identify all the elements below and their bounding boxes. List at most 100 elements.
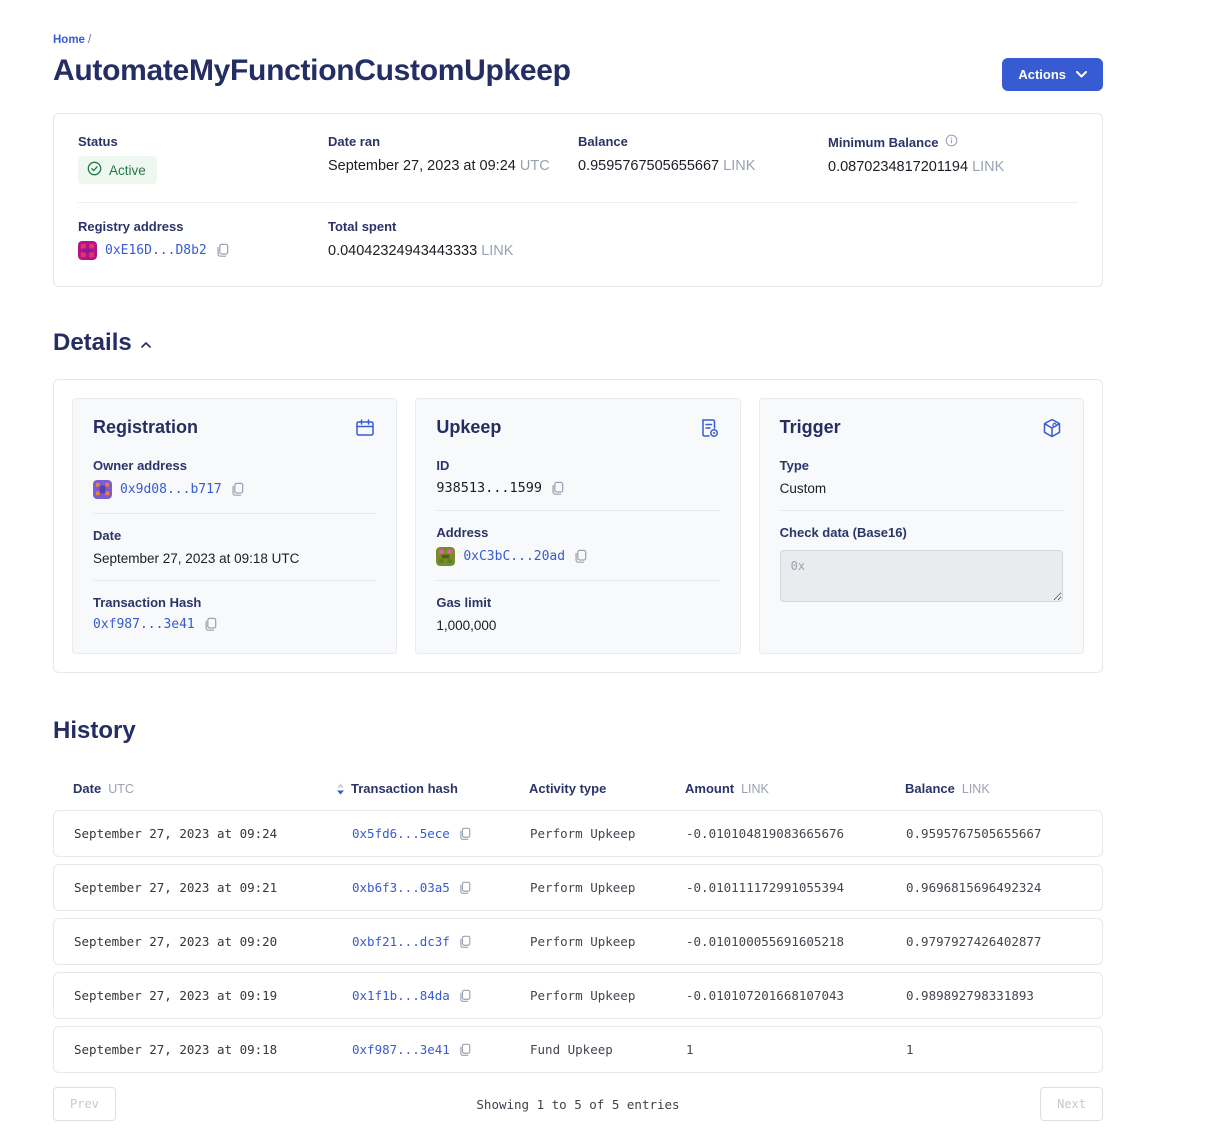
row-date: September 27, 2023 at 09:24 <box>74 826 352 841</box>
upkeep-id-label: ID <box>436 458 719 473</box>
row-balance: 0.989892798331893 <box>906 988 1082 1003</box>
row-hash-link[interactable]: 0xf987...3e41 <box>352 1042 450 1057</box>
upkeep-address-group: Address 0xC3bC...20ad <box>436 525 719 566</box>
table-row: September 27, 2023 at 09:20 0xbf21...dc3… <box>53 918 1103 965</box>
summary-status: Status Active <box>78 134 328 184</box>
date-ran-unit: UTC <box>520 158 550 174</box>
row-hash-link[interactable]: 0x5fd6...5ece <box>352 826 450 841</box>
breadcrumb-separator: / <box>88 34 91 46</box>
status-value: Active <box>109 163 146 178</box>
activity-column-label: Activity type <box>529 781 606 796</box>
row-amount: -0.010107201668107043 <box>686 988 906 1003</box>
copy-icon[interactable] <box>215 243 229 258</box>
trigger-type-label: Type <box>780 458 1063 473</box>
row-activity: Perform Upkeep <box>530 826 686 841</box>
table-row: September 27, 2023 at 09:18 0xf987...3e4… <box>53 1026 1103 1073</box>
table-row: September 27, 2023 at 09:19 0x1f1b...84d… <box>53 972 1103 1019</box>
registration-date-label: Date <box>93 528 376 543</box>
history-table: Date UTC Transaction hash Activity type … <box>53 771 1103 1141</box>
prev-button[interactable]: Prev <box>53 1087 116 1121</box>
copy-icon[interactable] <box>458 935 471 949</box>
gas-limit-group: Gas limit 1,000,000 <box>436 595 719 633</box>
copy-icon[interactable] <box>458 827 471 841</box>
panel-divider <box>436 580 719 581</box>
trigger-panel: Trigger Type Custom Check data (Base16) <box>759 398 1084 654</box>
page-container: Home/ AutomateMyFunctionCustomUpkeep Act… <box>53 0 1103 1141</box>
copy-icon[interactable] <box>458 1043 471 1057</box>
registration-date-value: September 27, 2023 at 09:18 UTC <box>93 551 376 566</box>
table-row: September 27, 2023 at 09:24 0x5fd6...5ec… <box>53 810 1103 857</box>
upkeep-address-identicon <box>436 547 455 566</box>
balance-label: Balance <box>578 134 828 149</box>
column-amount[interactable]: AmountLINK <box>685 781 905 796</box>
date-ran-label: Date ran <box>328 134 578 149</box>
copy-icon[interactable] <box>203 617 217 632</box>
details-heading: Details <box>53 329 132 357</box>
row-activity: Fund Upkeep <box>530 1042 686 1057</box>
copy-icon[interactable] <box>230 482 244 497</box>
registry-address-link[interactable]: 0xE16D...D8b2 <box>105 243 207 258</box>
gas-limit-label: Gas limit <box>436 595 719 610</box>
balance-value: 0.9595767505655667 <box>578 158 719 174</box>
row-balance: 0.9797927426402877 <box>906 934 1082 949</box>
registry-address-label: Registry address <box>78 219 328 234</box>
owner-address-label: Owner address <box>93 458 376 473</box>
registration-date-group: Date September 27, 2023 at 09:18 UTC <box>93 528 376 566</box>
tx-column-label: Transaction hash <box>351 781 458 796</box>
owner-address-link[interactable]: 0x9d08...b717 <box>120 482 222 497</box>
registration-title: Registration <box>93 417 198 438</box>
actions-button-label: Actions <box>1018 67 1066 82</box>
min-balance-label: Minimum Balance <box>828 135 939 150</box>
column-activity-type[interactable]: Activity type <box>529 781 685 796</box>
upkeep-address-link[interactable]: 0xC3bC...20ad <box>463 549 565 564</box>
column-balance[interactable]: BalanceLINK <box>905 781 1083 796</box>
row-hash-link[interactable]: 0xb6f3...03a5 <box>352 880 450 895</box>
history-heading: History <box>53 717 136 745</box>
check-data-textarea[interactable] <box>780 550 1063 602</box>
tx-hash-label: Transaction Hash <box>93 595 376 610</box>
copy-icon[interactable] <box>458 989 471 1003</box>
row-hash-link[interactable]: 0x1f1b...84da <box>352 988 450 1003</box>
summary-registry-address: Registry address 0xE16D...D8b2 <box>78 219 328 260</box>
summary-balance: Balance 0.9595767505655667 LINK <box>578 134 828 184</box>
row-balance: 0.9595767505655667 <box>906 826 1082 841</box>
owner-address-group: Owner address 0x9d08...b717 <box>93 458 376 499</box>
column-date[interactable]: Date UTC <box>73 781 351 796</box>
row-balance: 0.9696815696492324 <box>906 880 1082 895</box>
row-balance: 1 <box>906 1042 1082 1057</box>
breadcrumb-home-link[interactable]: Home <box>53 34 85 46</box>
chevron-up-icon[interactable] <box>141 342 151 348</box>
row-activity: Perform Upkeep <box>530 988 686 1003</box>
summary-card: Status Active Date ran September 27, 202… <box>53 113 1103 287</box>
cube-icon <box>1041 417 1063 444</box>
showing-entries-text: Showing 1 to 5 of 5 entries <box>116 1097 1040 1112</box>
total-spent-label: Total spent <box>328 219 578 234</box>
status-badge: Active <box>78 156 157 184</box>
upkeep-title: Upkeep <box>436 417 501 438</box>
copy-icon[interactable] <box>550 481 564 496</box>
upkeep-id-group: ID 938513...1599 <box>436 458 719 496</box>
row-activity: Perform Upkeep <box>530 934 686 949</box>
tx-hash-link[interactable]: 0xf987...3e41 <box>93 617 195 632</box>
date-ran-value: September 27, 2023 at 09:24 <box>328 158 516 174</box>
row-date: September 27, 2023 at 09:20 <box>74 934 352 949</box>
check-data-label: Check data (Base16) <box>780 525 1063 540</box>
row-date: September 27, 2023 at 09:21 <box>74 880 352 895</box>
sort-carets-icon[interactable] <box>336 783 345 795</box>
panel-divider <box>436 510 719 511</box>
row-date: September 27, 2023 at 09:18 <box>74 1042 352 1057</box>
gas-limit-value: 1,000,000 <box>436 618 719 633</box>
info-icon[interactable] <box>945 134 958 150</box>
copy-icon[interactable] <box>573 549 587 564</box>
column-transaction-hash[interactable]: Transaction hash <box>351 781 529 796</box>
check-data-group: Check data (Base16) <box>780 525 1063 607</box>
page-title: AutomateMyFunctionCustomUpkeep <box>53 54 571 88</box>
summary-min-balance: Minimum Balance 0.0870234817201194 LINK <box>828 134 1078 184</box>
copy-icon[interactable] <box>458 881 471 895</box>
trigger-type-group: Type Custom <box>780 458 1063 496</box>
row-hash-link[interactable]: 0xbf21...dc3f <box>352 934 450 949</box>
next-button[interactable]: Next <box>1040 1087 1103 1121</box>
calendar-icon <box>354 417 376 444</box>
balance-unit: LINK <box>723 158 755 174</box>
actions-button[interactable]: Actions <box>1002 58 1103 91</box>
